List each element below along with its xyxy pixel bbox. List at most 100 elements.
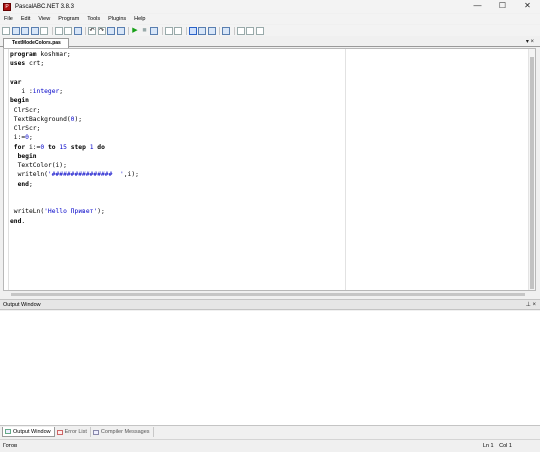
code-token: end <box>17 180 29 188</box>
menu-file[interactable]: File <box>4 16 13 22</box>
close-icon[interactable]: ✕ <box>515 0 540 13</box>
code-token: integer <box>32 88 60 95</box>
tab-output-window[interactable]: Output Window <box>2 427 55 437</box>
undo-icon[interactable]: ↶ <box>88 26 96 35</box>
code-token: ; <box>59 88 64 95</box>
save-icon[interactable] <box>21 26 29 35</box>
options-icon[interactable] <box>246 26 254 35</box>
code-line[interactable]: writeLn('Hello Привет'); <box>10 207 139 216</box>
new-file-icon[interactable] <box>2 26 10 35</box>
editor-gutter <box>4 49 9 290</box>
tab-compiler-messages[interactable]: Compiler Messages <box>91 427 154 437</box>
copy-icon[interactable] <box>64 26 72 35</box>
code-text[interactable]: program koshmar; uses crt; var i :integer;… <box>10 50 139 226</box>
minimize-icon[interactable]: — <box>465 0 490 13</box>
app-logo-icon: P <box>3 2 11 11</box>
code-token: i:= <box>10 134 26 142</box>
paste-icon[interactable] <box>73 26 82 35</box>
code-token: var <box>10 78 22 86</box>
status-bar: Готов Ln 1 Col 1 <box>0 439 540 452</box>
code-line[interactable]: ClrScr; <box>10 124 139 133</box>
menu-bar: File Edit View Program Tools Plugins Hel… <box>0 14 540 24</box>
code-line[interactable]: for i:=0 to 15 step 1 do <box>10 143 139 152</box>
horizontal-scrollbar[interactable] <box>3 292 536 297</box>
code-line[interactable]: begin <box>10 96 139 105</box>
code-token: crt; <box>25 60 45 68</box>
vertical-scrollbar[interactable] <box>528 49 535 290</box>
code-token: step <box>70 143 86 151</box>
code-editor[interactable]: program koshmar; uses crt; var i :integer;… <box>3 48 536 291</box>
toolbar-separator <box>85 26 86 35</box>
redo-icon[interactable]: ↷ <box>97 26 106 35</box>
output-window-title: Output Window <box>3 302 41 308</box>
code-line[interactable]: var <box>10 78 139 87</box>
output-window-controls[interactable]: ⊥ × <box>526 301 536 308</box>
debug-icon[interactable] <box>198 26 206 35</box>
menu-edit[interactable]: Edit <box>21 16 30 22</box>
code-token: ,i); <box>123 171 139 179</box>
help-icon[interactable] <box>255 26 264 35</box>
toolbar-separator <box>233 26 235 35</box>
code-line[interactable]: ClrScr; <box>10 106 139 115</box>
maximize-icon[interactable]: ☐ <box>490 0 515 13</box>
tab-textmodecolors[interactable]: TextModeColors.pas <box>3 38 69 48</box>
code-line[interactable] <box>10 69 139 78</box>
output-window-header: Output Window ⊥ × <box>0 299 540 310</box>
code-token: ClrScr; <box>10 106 41 114</box>
toolbar-separator <box>219 26 220 35</box>
code-token: '################ ' <box>47 171 124 179</box>
menu-tools[interactable]: Tools <box>87 16 100 22</box>
format-code-icon[interactable] <box>236 26 245 35</box>
cut-icon[interactable] <box>54 26 63 35</box>
code-token: koshmar; <box>36 51 71 58</box>
code-line[interactable]: uses crt; <box>10 59 139 68</box>
menu-help[interactable]: Help <box>134 16 145 22</box>
code-line[interactable] <box>10 198 139 207</box>
menu-plugins[interactable]: Plugins <box>108 16 126 22</box>
code-line[interactable]: writeln('################ ',i); <box>10 170 139 179</box>
status-line: Ln 1 <box>482 443 494 449</box>
code-token: begin <box>10 97 29 105</box>
code-line[interactable]: end. <box>10 217 139 226</box>
run-icon[interactable]: ▶ <box>131 27 139 35</box>
open-file-icon[interactable] <box>11 26 20 35</box>
code-token: program <box>10 51 37 58</box>
status-column: Col 1 <box>499 443 512 449</box>
code-line[interactable]: TextColor(i); <box>10 161 139 170</box>
code-token: do <box>97 143 105 151</box>
output-window-toggle-icon[interactable] <box>188 26 197 35</box>
code-line[interactable]: begin <box>10 152 139 161</box>
code-line[interactable]: i:=0; <box>10 133 139 142</box>
save-all-icon[interactable] <box>30 26 39 35</box>
stop-icon[interactable]: ■ <box>141 27 149 35</box>
code-line[interactable]: TextBackground(0); <box>10 115 139 124</box>
compiler-messages-icon <box>92 429 99 435</box>
code-token: writeLn( <box>10 208 45 216</box>
menu-view[interactable]: View <box>38 16 50 22</box>
code-token: for <box>13 143 26 151</box>
tab-error-list[interactable]: Error List <box>55 427 91 437</box>
close-file-icon[interactable] <box>40 26 48 35</box>
code-line[interactable]: i :integer; <box>10 87 139 96</box>
tab-label: Error List <box>64 429 87 435</box>
horizontal-scrollbar-thumb[interactable] <box>11 293 525 296</box>
step-over-icon[interactable] <box>174 26 182 35</box>
code-line[interactable]: end; <box>10 180 139 189</box>
form-designer-icon[interactable] <box>222 26 230 35</box>
code-token: TextBackground( <box>10 115 71 123</box>
step-into-icon[interactable] <box>164 26 173 35</box>
code-token: end <box>10 217 22 225</box>
watch-icon[interactable] <box>207 26 216 35</box>
compile-icon[interactable] <box>150 26 158 35</box>
code-token: ClrScr; <box>10 125 41 132</box>
output-window-body[interactable] <box>0 311 540 426</box>
code-line[interactable]: program koshmar; <box>10 50 139 59</box>
replace-icon[interactable] <box>116 26 125 35</box>
vertical-scrollbar-thumb[interactable] <box>530 57 534 289</box>
menu-program[interactable]: Program <box>58 16 79 22</box>
code-line[interactable] <box>10 189 139 198</box>
toolbar-separator <box>161 26 163 35</box>
tab-controls[interactable]: ▾ × <box>526 38 534 45</box>
find-icon[interactable] <box>107 26 115 35</box>
code-token: ; <box>28 180 33 188</box>
